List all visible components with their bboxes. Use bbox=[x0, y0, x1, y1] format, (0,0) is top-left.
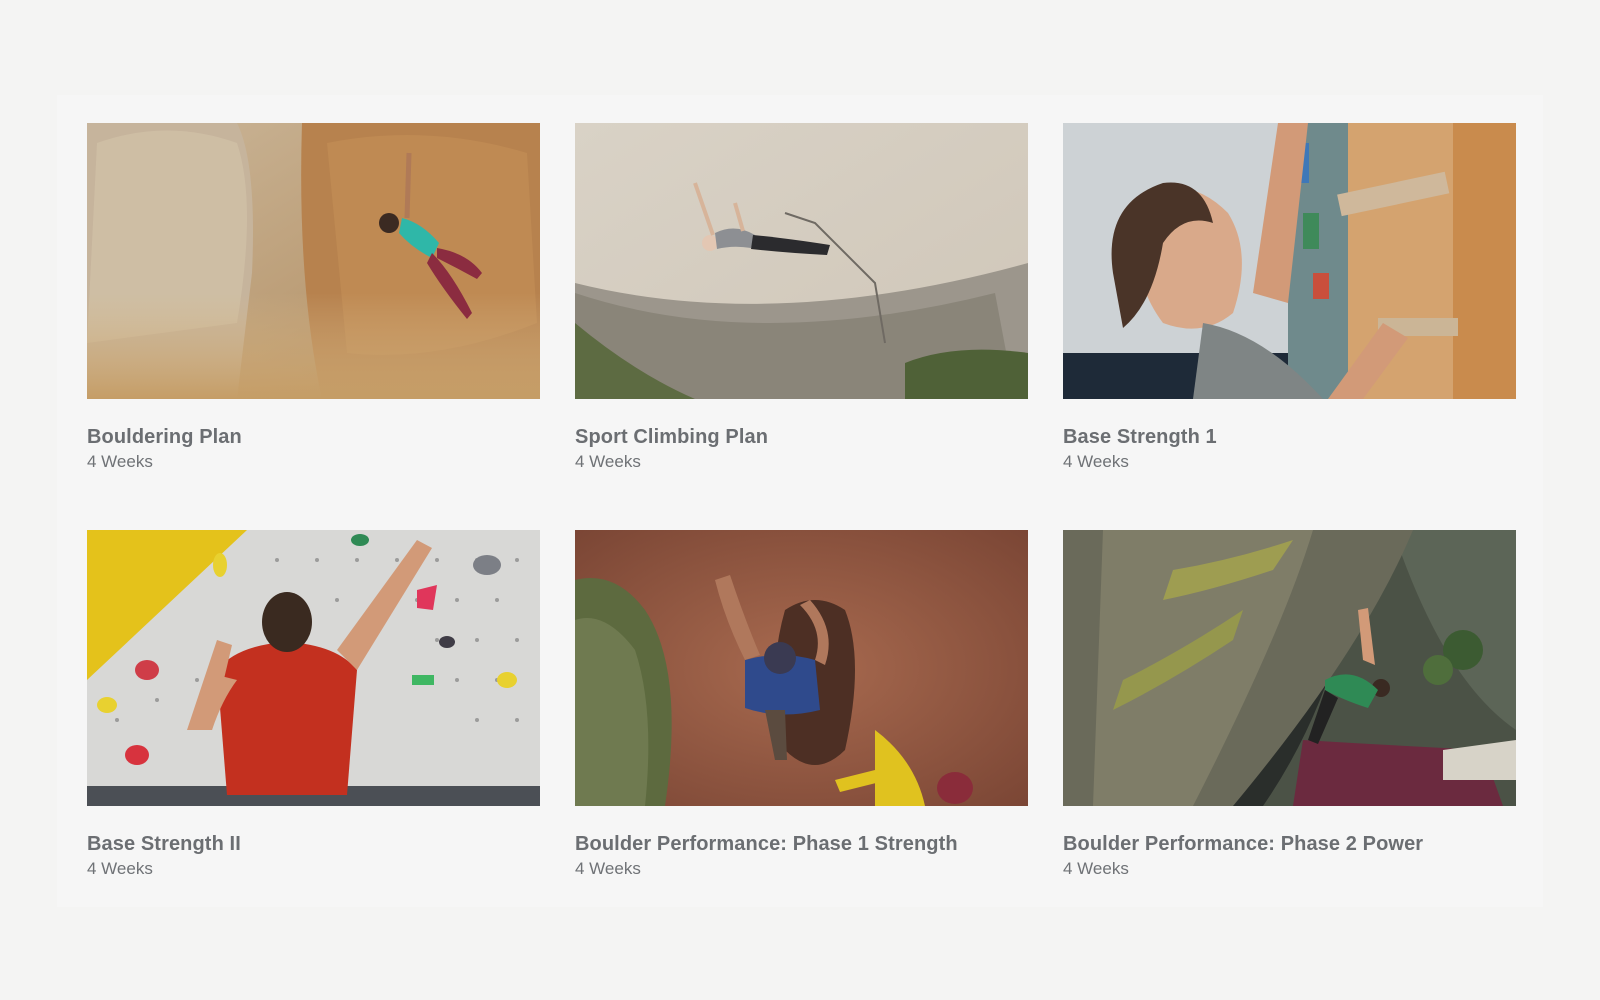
plan-thumbnail[interactable] bbox=[575, 530, 1028, 806]
plan-title[interactable]: Boulder Performance: Phase 2 Power bbox=[1063, 831, 1516, 857]
plan-thumbnail[interactable] bbox=[1063, 123, 1516, 399]
plan-thumbnail[interactable] bbox=[1063, 530, 1516, 806]
plan-card-sport-climbing[interactable]: Sport Climbing Plan 4 Weeks bbox=[575, 123, 1028, 474]
plan-title[interactable]: Base Strength 1 bbox=[1063, 424, 1516, 450]
plan-card-bouldering[interactable]: Bouldering Plan 4 Weeks bbox=[87, 123, 540, 474]
plans-grid: Bouldering Plan 4 Weeks Sport Climbing P… bbox=[87, 123, 1516, 881]
plan-title[interactable]: Bouldering Plan bbox=[87, 424, 540, 450]
plan-thumbnail[interactable] bbox=[87, 530, 540, 806]
plan-duration: 4 Weeks bbox=[575, 859, 641, 878]
plan-thumbnail[interactable] bbox=[87, 123, 540, 399]
plan-thumbnail[interactable] bbox=[575, 123, 1028, 399]
training-plans-panel: Bouldering Plan 4 Weeks Sport Climbing P… bbox=[57, 95, 1543, 907]
plan-card-base-strength-1[interactable]: Base Strength 1 4 Weeks bbox=[1063, 123, 1516, 474]
plan-card-boulder-performance-phase-2[interactable]: Boulder Performance: Phase 2 Power 4 Wee… bbox=[1063, 530, 1516, 881]
plan-title[interactable]: Sport Climbing Plan bbox=[575, 424, 1028, 450]
plan-duration: 4 Weeks bbox=[1063, 859, 1129, 878]
plan-duration: 4 Weeks bbox=[575, 452, 641, 471]
plan-duration: 4 Weeks bbox=[87, 859, 153, 878]
plan-duration: 4 Weeks bbox=[1063, 452, 1129, 471]
plan-title[interactable]: Base Strength II bbox=[87, 831, 540, 857]
plan-duration: 4 Weeks bbox=[87, 452, 153, 471]
plan-card-base-strength-2[interactable]: Base Strength II 4 Weeks bbox=[87, 530, 540, 881]
plan-card-boulder-performance-phase-1[interactable]: Boulder Performance: Phase 1 Strength 4 … bbox=[575, 530, 1028, 881]
plan-title[interactable]: Boulder Performance: Phase 1 Strength bbox=[575, 831, 1028, 857]
